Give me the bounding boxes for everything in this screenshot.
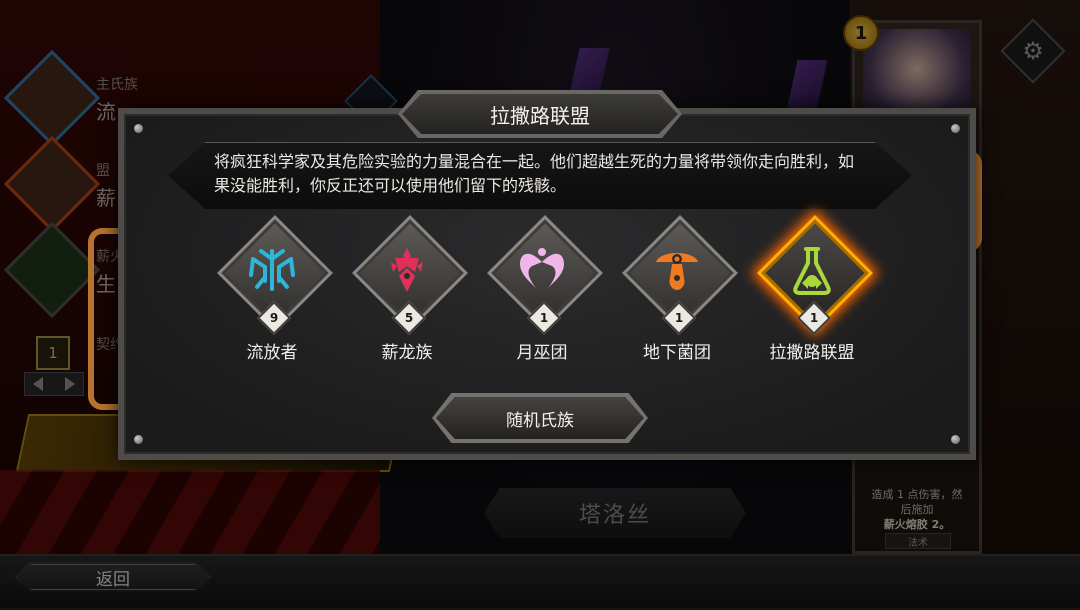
underlegion-icon [639, 238, 715, 302]
clan-count-value: 1 [539, 311, 549, 325]
bolt-decoration [951, 124, 960, 133]
dialog-title-text: 拉撒路联盟 [490, 103, 590, 128]
random-clan-button[interactable]: 随机氏族 [436, 397, 644, 439]
clan-option-underlegion[interactable]: 1 地下菌团 [617, 215, 738, 366]
clan-description: 将疯狂科学家及其危险实验的力量混合在一起。他们超越生死的力量将带领你走向胜利，如… [214, 152, 855, 195]
clan-name: 薪龙族 [381, 343, 433, 363]
clan-option-lunar-coven[interactable]: 1 月巫团 [482, 215, 603, 366]
clan-count-value: 9 [269, 311, 279, 325]
bolt-decoration [134, 435, 143, 444]
awoken-icon [369, 238, 445, 302]
hellhorned-icon [234, 238, 310, 302]
clan-count-value: 5 [404, 311, 414, 325]
dialog-title: 拉撒路联盟 [402, 94, 678, 134]
clan-name: 地下菌团 [643, 343, 711, 363]
clan-name: 拉撒路联盟 [769, 343, 855, 363]
lunar-coven-icon [504, 238, 580, 302]
clan-count-value: 1 [809, 311, 819, 325]
clan-option-awoken[interactable]: 5 薪龙族 [347, 215, 468, 366]
bolt-decoration [134, 124, 143, 133]
bolt-decoration [951, 435, 960, 444]
clan-option-lazarus-league[interactable]: 1 拉撒路联盟 [752, 215, 873, 366]
clan-name: 流放者 [246, 343, 298, 363]
clan-count-value: 1 [674, 311, 684, 325]
random-clan-button-label: 随机氏族 [506, 410, 574, 431]
clan-option-hellhorned[interactable]: 9 流放者 [212, 215, 333, 366]
flask-icon [774, 238, 850, 302]
clan-name: 月巫团 [516, 343, 568, 363]
